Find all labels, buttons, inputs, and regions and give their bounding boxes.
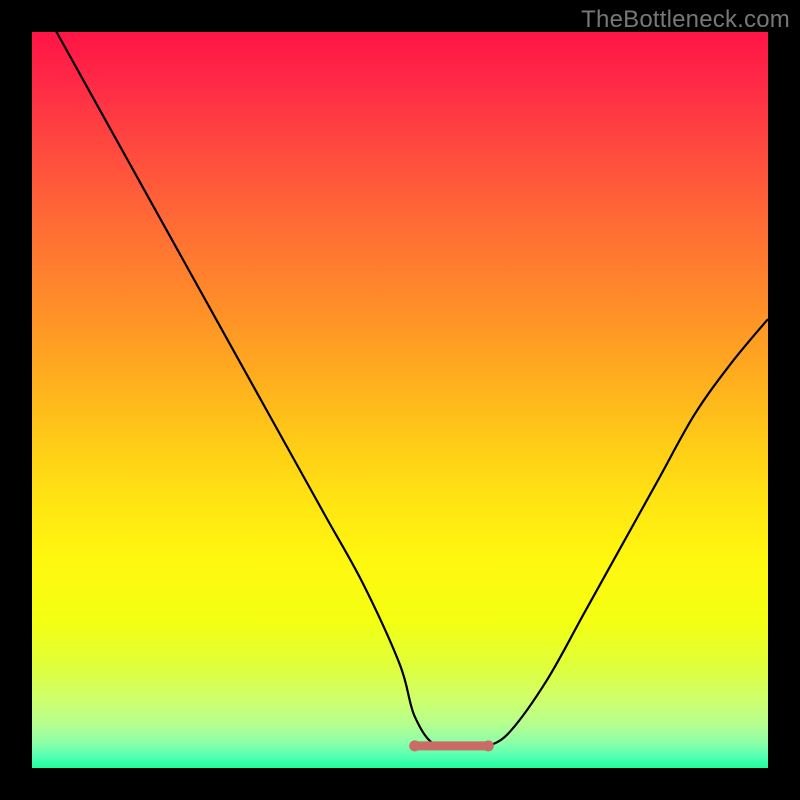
chart-frame: TheBottleneck.com (0, 0, 800, 800)
bottleneck-curve (32, 32, 768, 768)
plot-area (32, 32, 768, 768)
curve-path (32, 32, 768, 748)
watermark-text: TheBottleneck.com (581, 6, 790, 34)
optimal-start-dot (409, 740, 420, 751)
optimal-end-dot (483, 740, 494, 751)
